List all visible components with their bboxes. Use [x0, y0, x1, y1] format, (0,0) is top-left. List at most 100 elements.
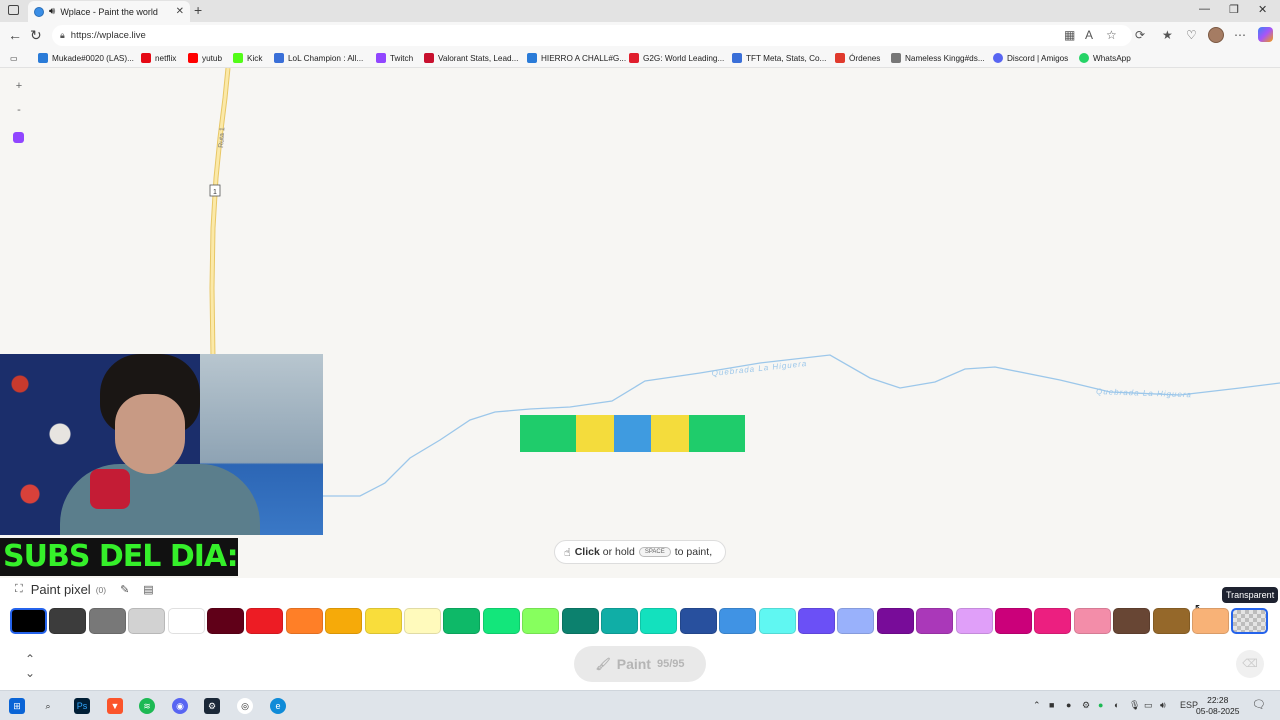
map-canvas[interactable]: 1 Ruta 1 Quebrada La Higuera Quebrada La… — [0, 68, 1280, 578]
painted-pixel[interactable] — [689, 415, 745, 452]
app-icon[interactable]: ▦ — [1064, 28, 1075, 42]
maximize-button[interactable]: ❐ — [1229, 3, 1239, 16]
brave-icon[interactable]: ▼ — [107, 698, 123, 714]
bookmark-item[interactable]: Mukade#0020 (LAS)... — [38, 53, 134, 63]
color-swatch[interactable] — [837, 608, 874, 634]
favorite-star-icon[interactable]: ☆ — [1106, 28, 1117, 42]
copilot-icon[interactable] — [1258, 27, 1273, 42]
system-clock[interactable]: 22:28 05-08-2025 — [1196, 695, 1239, 717]
zoom-out-button[interactable]: - — [13, 104, 25, 116]
tray-app-icon[interactable]: ■ — [1049, 700, 1054, 710]
twitch-icon[interactable] — [13, 132, 24, 143]
color-swatch[interactable] — [325, 608, 362, 634]
color-swatch[interactable] — [522, 608, 559, 634]
painted-pixel[interactable] — [520, 415, 576, 452]
browser-essentials-icon[interactable]: ♡ — [1186, 28, 1197, 42]
tray-app-icon[interactable]: ● — [1066, 700, 1071, 710]
color-swatch[interactable] — [443, 608, 480, 634]
color-swatch[interactable] — [916, 608, 953, 634]
expand-panel-button[interactable]: ⌃ ⌄ — [19, 652, 41, 680]
color-swatch[interactable] — [798, 608, 835, 634]
bookmark-item[interactable]: Twitch — [376, 53, 413, 63]
network-icon[interactable]: ▭ — [1144, 700, 1153, 711]
color-swatch[interactable] — [562, 608, 599, 634]
bookmarks-folder-icon[interactable]: ▭ — [10, 53, 18, 63]
refresh-button[interactable]: ↻ — [30, 27, 42, 44]
notifications-icon[interactable]: 🗨︎ — [1252, 698, 1266, 711]
extensions-icon[interactable]: ⟳ — [1135, 28, 1145, 42]
color-swatch[interactable] — [1034, 608, 1071, 634]
bookmark-item[interactable]: yutub — [188, 53, 222, 63]
color-swatch[interactable] — [995, 608, 1032, 634]
pencil-icon[interactable]: ✎ — [120, 583, 129, 596]
fullscreen-icon[interactable]: ⛶ — [15, 583, 23, 596]
minimize-button[interactable]: — — [1199, 3, 1210, 15]
color-swatch[interactable] — [246, 608, 283, 634]
painted-pixels[interactable] — [520, 415, 745, 452]
color-swatch[interactable] — [1192, 608, 1229, 634]
color-swatch[interactable] — [483, 608, 520, 634]
eraser-button[interactable]: ⌫ — [1236, 650, 1264, 678]
color-swatch[interactable] — [286, 608, 323, 634]
bookmark-item[interactable]: G2G: World Leading... — [629, 53, 724, 63]
template-icon[interactable]: ▤ — [143, 583, 153, 596]
bookmark-item[interactable]: netflix — [141, 53, 176, 63]
search-icon[interactable]: ⌕ — [40, 698, 56, 714]
color-swatch[interactable] — [49, 608, 86, 634]
microphone-icon[interactable]: 🎙︎ — [1129, 700, 1140, 711]
speaker-icon[interactable]: 🔊︎ — [49, 6, 55, 17]
color-swatch[interactable] — [89, 608, 126, 634]
color-swatch[interactable] — [168, 608, 205, 634]
painted-pixel[interactable] — [651, 415, 689, 452]
bookmark-item[interactable]: Kick — [233, 53, 262, 63]
url-field[interactable]: 🔒︎ https://wplace.live — [52, 25, 1132, 46]
tray-steam-icon[interactable]: ⚙ — [1082, 700, 1090, 711]
bookmark-item[interactable]: Nameless Kingg#ds... — [891, 53, 985, 63]
color-swatch[interactable] — [128, 608, 165, 634]
steam-icon[interactable]: ⚙ — [204, 698, 220, 714]
painted-pixel[interactable] — [576, 415, 614, 452]
favorites-icon[interactable]: ★ — [1162, 28, 1173, 42]
color-swatch[interactable] — [759, 608, 796, 634]
color-swatch[interactable] — [877, 608, 914, 634]
bookmark-item[interactable]: Valorant Stats, Lead... — [424, 53, 518, 63]
new-tab-button[interactable]: + — [194, 2, 202, 18]
windows-start-icon[interactable]: ⊞ — [9, 698, 25, 714]
bookmark-item[interactable]: TFT Meta, Stats, Co... — [732, 53, 826, 63]
paint-button[interactable]: 🖌︎ Paint 95/95 — [574, 646, 706, 682]
close-window-button[interactable]: ✕ — [1258, 3, 1267, 16]
bookmark-item[interactable]: Discord | Amigos — [993, 53, 1068, 63]
color-swatch[interactable] — [601, 608, 638, 634]
bookmark-item[interactable]: WhatsApp — [1079, 53, 1131, 63]
color-swatch[interactable] — [365, 608, 402, 634]
chrome-icon[interactable]: ◎ — [237, 698, 253, 714]
painted-pixel[interactable] — [614, 415, 651, 452]
back-button[interactable]: ← — [8, 27, 22, 43]
spotify-icon[interactable]: ≋ — [139, 698, 155, 714]
tray-spotify-icon[interactable]: ● — [1098, 700, 1103, 710]
more-menu-icon[interactable]: ⋯ — [1234, 28, 1246, 42]
color-swatch[interactable] — [640, 608, 677, 634]
bookmark-item[interactable]: HIERRO A CHALL#G... — [527, 53, 626, 63]
profile-avatar[interactable] — [1208, 27, 1224, 43]
read-aloud-icon[interactable]: A — [1085, 28, 1093, 42]
edge-icon[interactable]: e — [270, 698, 286, 714]
bookmark-item[interactable]: LoL Champion : All... — [274, 53, 363, 63]
color-swatch[interactable] — [1074, 608, 1111, 634]
discord-icon[interactable]: ◉ — [172, 698, 188, 714]
color-swatch[interactable] — [10, 608, 47, 634]
color-swatch[interactable] — [207, 608, 244, 634]
close-tab-icon[interactable]: ✕ — [176, 6, 184, 17]
color-swatch-transparent[interactable] — [1231, 608, 1268, 634]
bookmark-item[interactable]: Órdenes — [835, 53, 880, 63]
color-swatch[interactable] — [956, 608, 993, 634]
color-swatch[interactable] — [680, 608, 717, 634]
browser-tab-wplace[interactable]: 🔊︎ Wplace - Paint the world ✕ — [28, 1, 190, 22]
tray-app-icon[interactable]: ◐ — [1114, 700, 1119, 710]
sidebar-toggle-icon[interactable] — [8, 5, 19, 15]
color-swatch[interactable] — [1113, 608, 1150, 634]
site-info-icon[interactable]: 🔒︎ — [60, 30, 65, 41]
color-swatch[interactable] — [1153, 608, 1190, 634]
photoshop-icon[interactable]: Ps — [74, 698, 90, 714]
show-hidden-icons[interactable]: ⌃ — [1033, 700, 1041, 711]
